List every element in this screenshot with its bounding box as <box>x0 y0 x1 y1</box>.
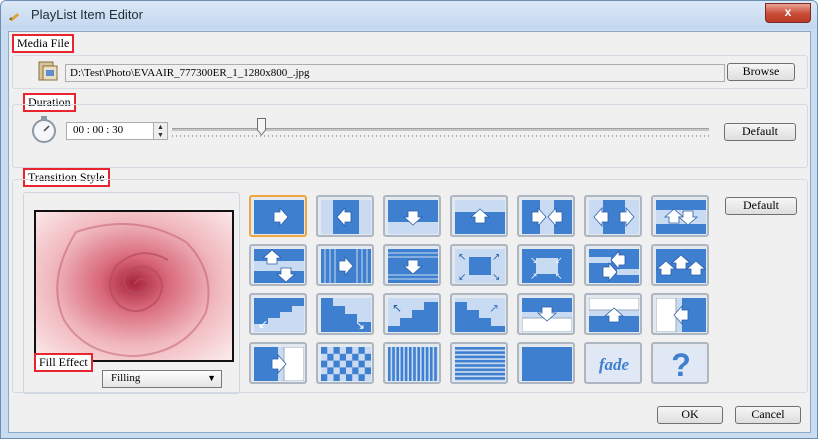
checkerboard-icon <box>321 347 371 381</box>
fill-effect-label: Fill Effect <box>34 353 93 372</box>
transition-tile-push-right[interactable] <box>249 342 307 384</box>
plain-icon <box>522 347 572 381</box>
svg-text:fade: fade <box>599 355 630 374</box>
transition-tile-split-left-right[interactable] <box>584 244 642 286</box>
transition-tile-slide-right[interactable] <box>249 195 307 237</box>
svg-text:↙: ↙ <box>555 255 563 265</box>
transition-tile-push-up[interactable] <box>584 293 642 335</box>
fill-effect-value: Filling <box>111 372 141 384</box>
vertical-blinds-icon <box>388 347 438 381</box>
multi-up-icon <box>656 249 706 283</box>
duration-spin-input[interactable]: 00 : 00 : 30 ▲ ▼ <box>66 122 168 140</box>
rose-image <box>36 212 232 360</box>
stairs-down-right-icon: ↘ <box>321 298 371 332</box>
split-vertical-icon <box>254 249 304 283</box>
title-bar[interactable]: PlayList Item Editor x <box>1 1 817 29</box>
close-button[interactable]: x <box>765 3 811 23</box>
fill-effect-select[interactable]: Filling ▼ <box>102 370 222 388</box>
svg-text:↙: ↙ <box>458 272 466 283</box>
transition-tile-random[interactable]: ? <box>651 342 709 384</box>
image-file-icon <box>38 61 58 81</box>
svg-text:↗: ↗ <box>530 271 538 281</box>
duration-default-button[interactable]: Default <box>724 123 796 141</box>
stopwatch-icon <box>32 116 56 143</box>
transition-tile-slide-left[interactable] <box>316 195 374 237</box>
svg-text:↗: ↗ <box>492 252 500 263</box>
stairs-up-right-icon: ↗ <box>455 298 505 332</box>
transition-tile-split-horizontal[interactable] <box>517 195 575 237</box>
transition-tile-stairs-up-left[interactable]: ↖ <box>383 293 441 335</box>
duration-slider-thumb[interactable] <box>257 118 266 136</box>
push-left-icon <box>656 298 706 332</box>
playlist-item-editor-window: PlayList Item Editor x Media File D:\Tes… <box>0 0 818 439</box>
slide-right-icon <box>254 200 304 234</box>
media-path-field[interactable]: D:\Test\Photo\EVAAIR_777300ER_1_1280x800… <box>65 64 725 82</box>
svg-text:↗: ↗ <box>489 301 499 315</box>
transition-tile-push-left[interactable] <box>651 293 709 335</box>
transition-tile-stairs-up-right[interactable]: ↗ <box>450 293 508 335</box>
push-up-icon <box>589 298 639 332</box>
media-file-label: Media File <box>12 34 75 53</box>
transition-tile-vertical-blinds[interactable] <box>383 342 441 384</box>
svg-text:↘: ↘ <box>492 272 500 283</box>
transition-tile-fade[interactable]: fade <box>584 342 642 384</box>
svg-text:↘: ↘ <box>530 255 538 265</box>
svg-text:?: ? <box>671 347 691 381</box>
push-right-icon <box>254 347 304 381</box>
duration-value: 00 : 00 : 30 <box>73 124 124 136</box>
svg-text:↘: ↘ <box>355 318 365 332</box>
slide-down-icon <box>388 200 438 234</box>
transition-tile-split-vertical[interactable] <box>249 244 307 286</box>
split-left-right-icon <box>589 249 639 283</box>
transition-tile-horizontal-blinds[interactable] <box>450 342 508 384</box>
duration-slider-ticks <box>172 135 709 137</box>
pencil-icon <box>9 13 20 21</box>
bars-down-icon <box>388 249 438 283</box>
preview-image <box>34 210 234 362</box>
transition-default-button[interactable]: Default <box>725 197 797 215</box>
transition-tile-bars-down[interactable] <box>383 244 441 286</box>
push-down-icon <box>522 298 572 332</box>
expand-corners-icon: ↖ ↗ ↙ ↘ <box>455 249 505 283</box>
transition-tile-checkerboard[interactable] <box>316 342 374 384</box>
transition-tile-stairs-down-right[interactable]: ↘ <box>316 293 374 335</box>
transition-tile-slide-up[interactable] <box>450 195 508 237</box>
dropdown-arrow-icon: ▼ <box>207 373 216 383</box>
window-title: PlayList Item Editor <box>31 7 143 22</box>
transition-tile-plain[interactable] <box>517 342 575 384</box>
stairs-up-left-icon: ↖ <box>388 298 438 332</box>
transition-tile-multi-up[interactable] <box>651 244 709 286</box>
transition-tile-slide-down[interactable] <box>383 195 441 237</box>
transition-tile-push-down[interactable] <box>517 293 575 335</box>
transition-tile-expand-corners[interactable]: ↖ ↗ ↙ ↘ <box>450 244 508 286</box>
collapse-horizontal-icon <box>589 200 639 234</box>
slide-up-icon <box>455 200 505 234</box>
dialog-body: Media File D:\Test\Photo\EVAAIR_777300ER… <box>8 31 811 433</box>
transition-tile-bars-right[interactable] <box>316 244 374 286</box>
bars-right-icon <box>321 249 371 283</box>
collapse-corners-icon: ↘ ↙ ↗ ↖ <box>522 249 572 283</box>
transition-tile-stairs-down-left[interactable]: ↙ <box>249 293 307 335</box>
svg-text:↖: ↖ <box>555 271 563 281</box>
spin-arrows-icon[interactable]: ▲ ▼ <box>153 123 167 139</box>
random-icon: ? <box>656 347 706 381</box>
svg-text:↖: ↖ <box>458 252 466 263</box>
svg-text:↖: ↖ <box>392 301 402 315</box>
duration-slider-track[interactable] <box>172 128 709 131</box>
transition-tile-split-up-down[interactable] <box>651 195 709 237</box>
browse-button[interactable]: Browse <box>727 63 795 81</box>
ok-button[interactable]: OK <box>657 406 723 424</box>
split-horizontal-icon <box>522 200 572 234</box>
transition-tile-collapse-corners[interactable]: ↘ ↙ ↗ ↖ <box>517 244 575 286</box>
cancel-button[interactable]: Cancel <box>735 406 801 424</box>
horizontal-blinds-icon <box>455 347 505 381</box>
slide-left-icon <box>321 200 371 234</box>
stairs-down-left-icon: ↙ <box>254 298 304 332</box>
svg-text:↙: ↙ <box>258 317 268 331</box>
split-up-down-icon <box>656 200 706 234</box>
fade-icon: fade <box>589 347 639 381</box>
transition-tile-collapse-horizontal[interactable] <box>584 195 642 237</box>
